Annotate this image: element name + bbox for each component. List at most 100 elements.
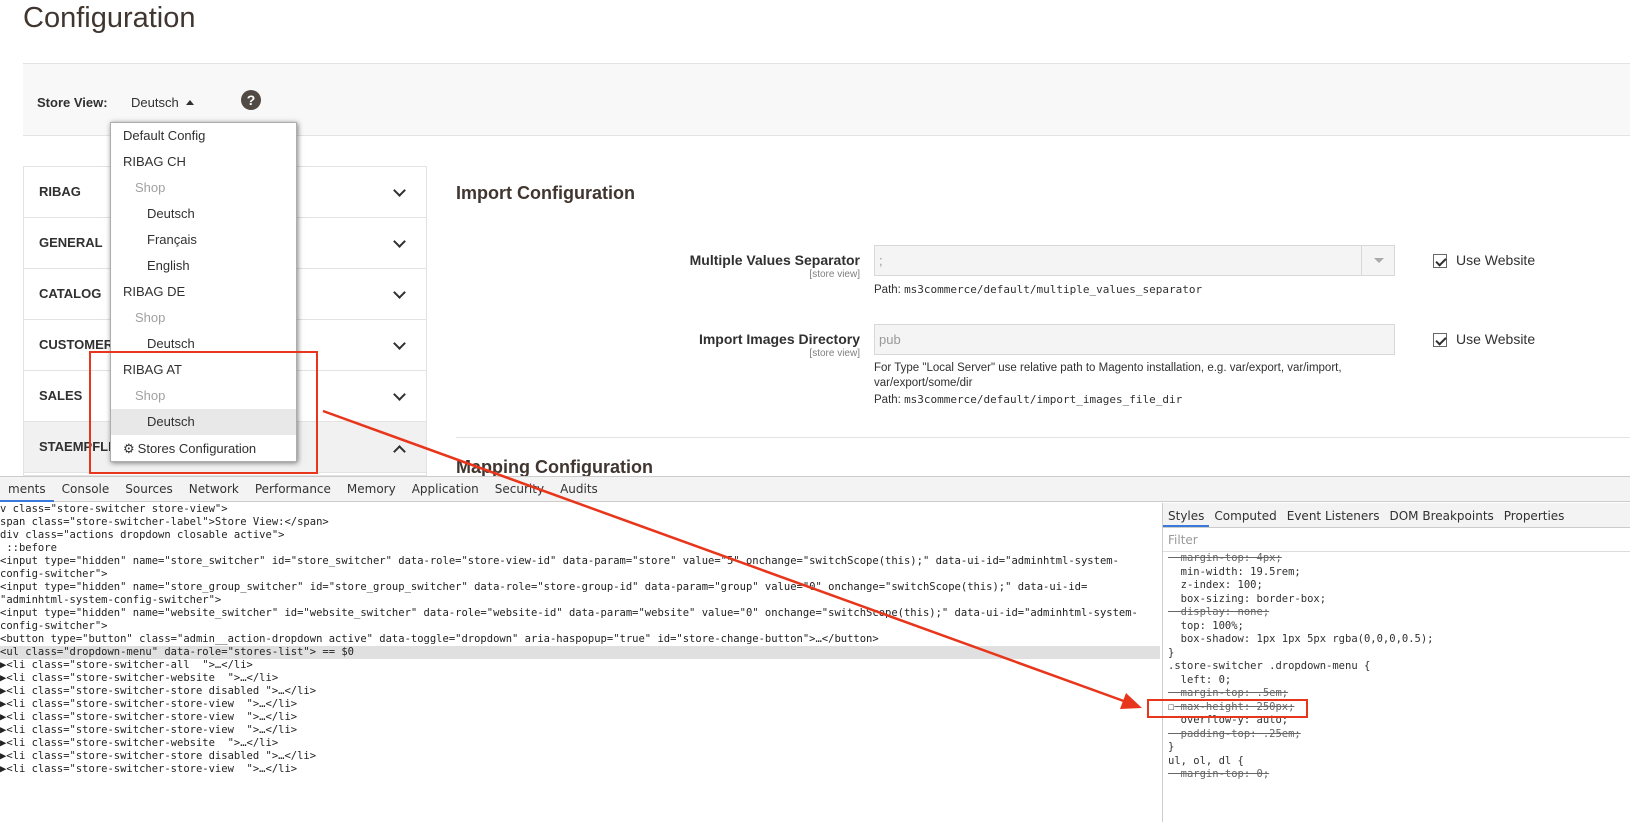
sidebar-item-label: CATALOG <box>39 286 102 301</box>
dom-line[interactable]: <input type="hidden" name="store_group_s… <box>0 581 1160 594</box>
css-property-text: ul, ol, dl { <box>1168 754 1244 767</box>
store-option-default-config[interactable]: Default Config <box>111 123 296 149</box>
separator-select[interactable]: ; <box>874 245 1395 276</box>
annotation-box-max-height <box>1147 699 1308 718</box>
devtools-tab-memory[interactable]: Memory <box>339 477 404 502</box>
store-option-website[interactable]: RIBAG CH <box>111 149 296 175</box>
css-line[interactable]: .store-switcher .dropdown-menu { <box>1168 660 1630 674</box>
devtools-tab-console[interactable]: Console <box>54 477 118 502</box>
store-option-group: Shop <box>135 180 166 195</box>
devtools-tab-audits[interactable]: Audits <box>552 477 606 502</box>
separator-label: Multiple Values Separator <box>689 252 860 268</box>
section-title-mapping: Mapping Configuration <box>456 457 653 476</box>
dom-line[interactable]: ▶<li class="store-switcher-all ">…</li> <box>0 659 1160 672</box>
path-value: ms3commerce/default/multiple_values_sepa… <box>904 283 1203 296</box>
store-view-label: Store View: <box>37 95 108 110</box>
devtools-tab-elements[interactable]: ments <box>0 477 54 502</box>
css-line[interactable]: z-index: 100; <box>1168 579 1630 593</box>
section-divider <box>456 437 1630 438</box>
devtools-panel: ments Console Sources Network Performanc… <box>0 476 1630 822</box>
devtools-tab-application[interactable]: Application <box>404 477 487 502</box>
styles-tab-event-listeners[interactable]: Event Listeners <box>1282 509 1385 527</box>
dom-line[interactable]: config-switcher"> <box>0 568 1160 581</box>
dom-line[interactable]: config-switcher"> <box>0 620 1160 633</box>
css-property-text: z-index: 100; <box>1168 579 1263 591</box>
styles-tab-computed[interactable]: Computed <box>1209 509 1281 527</box>
css-line[interactable]: margin-top: 0; <box>1168 768 1630 782</box>
css-line[interactable]: box-sizing: border-box; <box>1168 593 1630 607</box>
store-option-group: Shop <box>135 310 166 325</box>
section-title: Import Configuration <box>456 183 635 203</box>
dom-line[interactable]: ▶<li class="store-switcher-website ">…</… <box>0 737 1160 750</box>
images-dir-path: Path: ms3commerce/default/import_images_… <box>874 392 1182 408</box>
store-option-view[interactable]: English <box>111 253 296 279</box>
css-property-text: } <box>1168 646 1175 659</box>
dom-line[interactable]: <button type="button" class="admin__acti… <box>0 633 1160 646</box>
help-icon[interactable]: ? <box>241 90 261 110</box>
styles-filter-input[interactable]: Filter <box>1163 528 1630 552</box>
dom-line[interactable]: div class="actions dropdown closable act… <box>0 529 1160 542</box>
css-line[interactable]: ul, ol, dl { <box>1168 755 1630 769</box>
css-property-text: display: none; <box>1168 606 1270 618</box>
caret-up-icon <box>185 100 194 105</box>
css-line[interactable]: display: none; <box>1168 606 1630 620</box>
css-property-text: min-width: 19.5rem; <box>1168 565 1301 578</box>
chevron-down-icon <box>393 388 406 401</box>
devtools-tab-network[interactable]: Network <box>181 477 247 502</box>
dom-line[interactable]: ▶<li class="store-switcher-store-view ">… <box>0 724 1160 737</box>
css-line[interactable]: } <box>1168 647 1630 661</box>
css-line[interactable]: box-shadow: 1px 1px 5px rgba(0,0,0,0.5); <box>1168 633 1630 647</box>
css-property-text: box-shadow: 1px 1px 5px rgba(0,0,0,0.5); <box>1168 633 1434 645</box>
chevron-down-icon[interactable] <box>1361 246 1394 275</box>
css-line[interactable]: } <box>1168 741 1630 755</box>
dom-line-selected[interactable]: <ul class="dropdown-menu" data-role="sto… <box>0 646 1160 659</box>
dom-line[interactable]: ▶<li class="store-switcher-store-view ">… <box>0 711 1160 724</box>
path-value: ms3commerce/default/import_images_file_d… <box>904 393 1183 406</box>
css-line[interactable]: left: 0; <box>1168 674 1630 688</box>
styles-panel: Styles Computed Event Listeners DOM Brea… <box>1162 503 1630 822</box>
devtools-tab-security[interactable]: Security <box>487 477 552 502</box>
dom-tree: v class="store-switcher store-view"> spa… <box>0 503 1160 822</box>
dom-line[interactable]: v class="store-switcher store-view"> <box>0 503 1160 516</box>
separator-path: Path: ms3commerce/default/multiple_value… <box>874 282 1202 298</box>
store-view-current: Deutsch <box>131 95 179 110</box>
dom-line[interactable]: ▶<li class="store-switcher-store disable… <box>0 750 1160 763</box>
css-property-text: margin-top: .5em; <box>1168 687 1289 699</box>
chevron-down-icon <box>393 184 406 197</box>
devtools-tabs: ments Console Sources Network Performanc… <box>0 477 1630 502</box>
css-line[interactable]: padding-top: .25em; <box>1168 728 1630 742</box>
dom-line[interactable]: <input type="hidden" name="website_switc… <box>0 607 1160 620</box>
devtools-tab-performance[interactable]: Performance <box>247 477 339 502</box>
dom-line[interactable]: "adminhtml-system-config-switcher"> <box>0 594 1160 607</box>
annotation-box-dropdown <box>89 351 318 474</box>
store-option-view[interactable]: Deutsch <box>111 201 296 227</box>
page-title: Configuration <box>23 2 196 34</box>
dom-line[interactable]: ▶<li class="store-switcher-store disable… <box>0 685 1160 698</box>
chevron-down-icon <box>393 235 406 248</box>
use-website-checkbox[interactable] <box>1433 254 1447 268</box>
sidebar-item-label: GENERAL <box>39 235 103 250</box>
dom-line[interactable]: span class="store-switcher-label">Store … <box>0 516 1160 529</box>
css-line[interactable]: top: 100%; <box>1168 620 1630 634</box>
images-dir-scope: [store view] <box>809 348 860 359</box>
styles-tab-styles[interactable]: Styles <box>1163 509 1210 527</box>
chevron-up-icon <box>393 445 406 458</box>
devtools-tab-sources[interactable]: Sources <box>117 477 180 502</box>
css-line[interactable]: min-width: 19.5rem; <box>1168 566 1630 580</box>
css-property-text: top: 100%; <box>1168 619 1244 632</box>
use-website-checkbox[interactable] <box>1433 333 1447 347</box>
dom-line[interactable]: ▶<li class="store-switcher-store-view ">… <box>0 698 1160 711</box>
dom-line[interactable]: ::before <box>0 542 1160 555</box>
css-line[interactable]: margin-top: 4px; <box>1168 552 1630 566</box>
store-view-dropdown-button[interactable]: Deutsch <box>131 95 194 110</box>
store-option-website[interactable]: RIBAG DE <box>111 279 296 305</box>
dom-line[interactable]: ▶<li class="store-switcher-store-view ">… <box>0 763 1160 776</box>
css-property-text: .store-switcher .dropdown-menu { <box>1168 660 1371 672</box>
store-option-view[interactable]: Français <box>111 227 296 253</box>
css-property-text: left: 0; <box>1168 673 1232 686</box>
dom-line[interactable]: ▶<li class="store-switcher-website ">…</… <box>0 672 1160 685</box>
styles-tab-properties[interactable]: Properties <box>1499 509 1570 527</box>
images-dir-input[interactable]: pub <box>874 324 1395 355</box>
dom-line[interactable]: <input type="hidden" name="store_switche… <box>0 555 1160 568</box>
styles-tab-dom-breakpoints[interactable]: DOM Breakpoints <box>1384 509 1498 527</box>
